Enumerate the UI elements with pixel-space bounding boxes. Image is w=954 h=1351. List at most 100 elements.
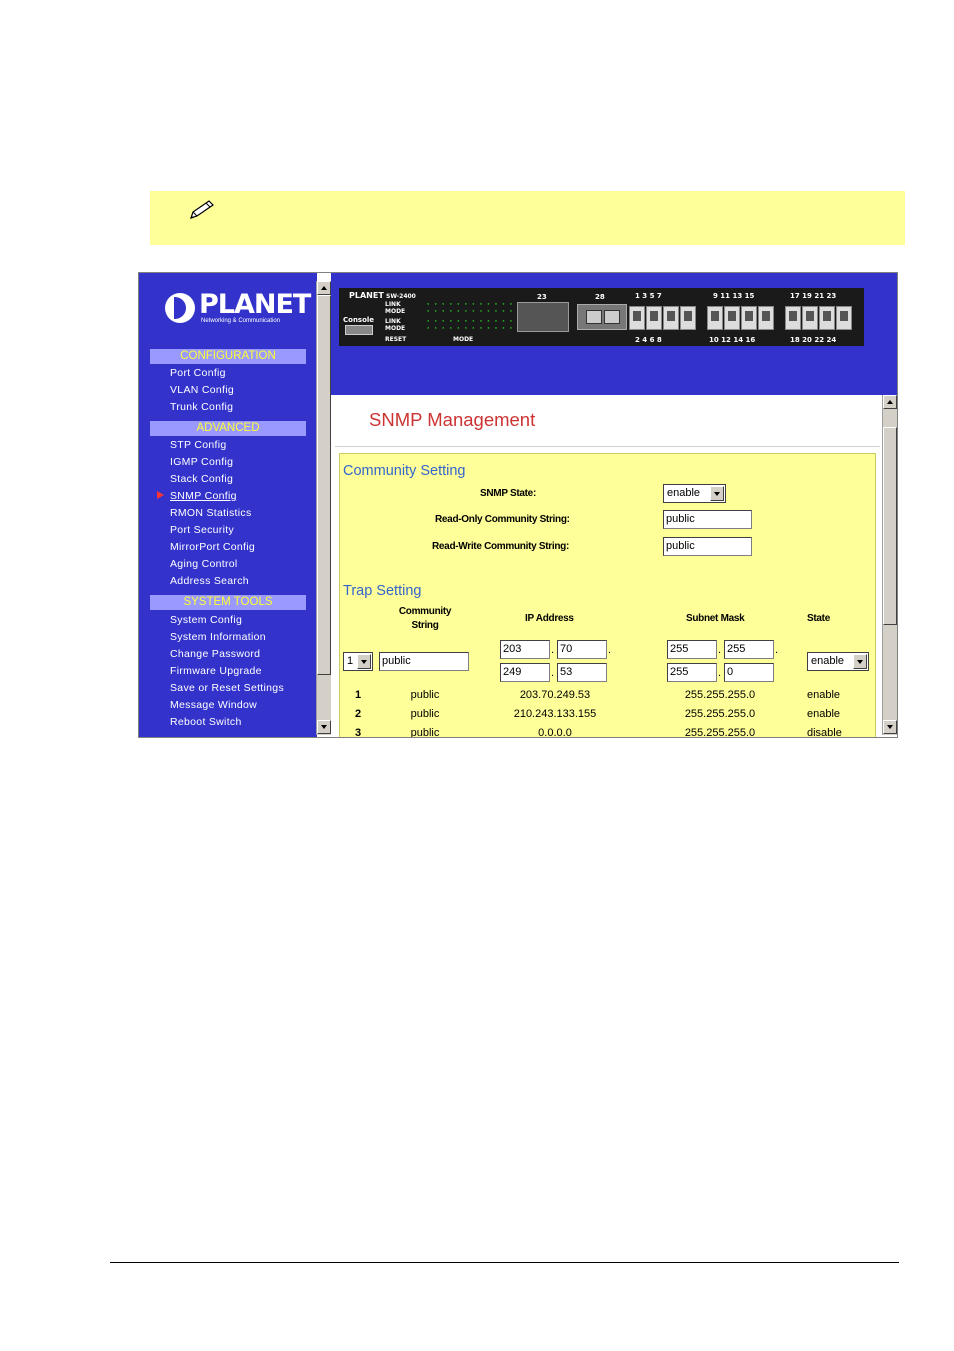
gbic-slot-23[interactable] xyxy=(517,302,569,332)
trap-ip-octet-3[interactable]: 249 xyxy=(500,663,550,682)
led-indicators-1: ● ● ● ● ● ● ● ● ● ● ● ● xyxy=(427,301,515,306)
trap-row-1-state: enable xyxy=(807,689,841,701)
planet-logo: PLANET Networking & Communication xyxy=(165,289,311,329)
port-28-label: 28 xyxy=(595,293,605,301)
trap-mask-octet-2[interactable]: 255 xyxy=(724,640,774,659)
nav-item-firmware-upgrade[interactable]: Firmware Upgrade xyxy=(170,665,262,677)
mask-dot: . xyxy=(775,644,779,656)
ro-community-input[interactable]: public xyxy=(663,510,752,529)
nav-item-igmp-config[interactable]: IGMP Config xyxy=(170,456,233,468)
nav-item-trunk-config[interactable]: Trunk Config xyxy=(170,401,233,413)
nav-item-vlan-config[interactable]: VLAN Config xyxy=(170,384,234,396)
ports-1-7-label: 1 3 5 7 xyxy=(635,292,662,300)
arrow-down-icon xyxy=(321,725,327,729)
switch-front-panel[interactable]: PLANET SW-2400 Console LINK MODE LINK MO… xyxy=(339,288,864,346)
web-ui-screenshot: PLANET Networking & Communication CONFIG… xyxy=(138,272,898,738)
col-ip-address: IP Address xyxy=(525,613,574,624)
ports-2-8-label: 2 4 6 8 xyxy=(635,336,662,344)
trap-row-2-ip: 210.243.133.155 xyxy=(513,708,597,720)
mask-dot: . xyxy=(718,667,722,679)
trap-mask-octet-3[interactable]: 255 xyxy=(667,663,717,682)
note-box xyxy=(150,191,905,245)
col-subnet-mask: Subnet Mask xyxy=(686,613,745,624)
switch-brand: PLANET xyxy=(349,291,384,300)
nav-item-rmon-statistics[interactable]: RMON Statistics xyxy=(170,507,252,519)
trap-state-value: enable xyxy=(811,655,845,667)
nav-item-port-security[interactable]: Port Security xyxy=(170,524,234,536)
planet-logo-icon xyxy=(165,293,195,323)
trap-community-input[interactable]: public xyxy=(379,652,469,671)
scroll-thumb[interactable] xyxy=(883,427,897,625)
nav-item-stp-config[interactable]: STP Config xyxy=(170,439,227,451)
led-indicators-4: ● ● ● ● ● ● ● ● ● ● ● ● xyxy=(427,325,515,330)
ports-10-16-label: 10 12 14 16 xyxy=(709,336,756,344)
switch-model: SW-2400 xyxy=(386,293,416,300)
nav-item-change-password[interactable]: Change Password xyxy=(170,648,260,660)
community-setting-header: Community Setting xyxy=(343,463,466,479)
led-row-mode-2: MODE xyxy=(385,325,406,332)
trap-mask-octet-4[interactable]: 0 xyxy=(724,663,774,682)
arrow-down-icon xyxy=(887,725,893,729)
nav-item-snmp-config[interactable]: SNMP Config xyxy=(170,490,237,502)
trap-index-select[interactable]: 1 xyxy=(343,652,373,671)
rw-community-input[interactable]: public xyxy=(663,537,752,556)
nav-item-aging-control[interactable]: Aging Control xyxy=(170,558,238,570)
nav-item-port-config[interactable]: Port Config xyxy=(170,367,226,379)
chevron-down-icon xyxy=(710,486,724,501)
trap-row-3-ip: 0.0.0.0 xyxy=(538,727,572,737)
trap-index-value: 1 xyxy=(347,655,354,667)
logo-text: PLANET xyxy=(199,289,311,320)
col-state: State xyxy=(807,613,830,624)
gbic-slot-28[interactable] xyxy=(577,304,627,330)
ports-group-2[interactable] xyxy=(707,306,774,332)
nav-item-message-window[interactable]: Message Window xyxy=(170,699,257,711)
console-port xyxy=(345,325,373,335)
title-divider xyxy=(335,446,880,447)
led-row-mode-1: MODE xyxy=(385,308,406,315)
scroll-down-button[interactable] xyxy=(883,720,897,734)
footer-rule xyxy=(110,1262,899,1263)
trap-ip-octet-2[interactable]: 70 xyxy=(557,640,607,659)
col-community-1: Community xyxy=(398,606,452,617)
nav-item-address-search[interactable]: Address Search xyxy=(170,575,249,587)
nav-item-system-config[interactable]: System Config xyxy=(170,614,242,626)
mask-dot: . xyxy=(718,644,722,656)
trap-state-select[interactable]: enable xyxy=(807,652,869,671)
trap-mask-octet-1[interactable]: 255 xyxy=(667,640,717,659)
ports-group-1[interactable] xyxy=(629,306,696,332)
ports-group-3[interactable] xyxy=(785,306,852,332)
nav-item-system-information[interactable]: System Information xyxy=(170,631,266,643)
nav-item-stack-config[interactable]: Stack Config xyxy=(170,473,233,485)
logo-subtitle: Networking & Communication xyxy=(201,318,281,324)
content-scrollbar[interactable] xyxy=(882,395,897,735)
ports-18-24-label: 18 20 22 24 xyxy=(790,336,837,344)
scroll-thumb[interactable] xyxy=(317,295,331,675)
trap-ip-octet-4[interactable]: 53 xyxy=(557,663,607,682)
trap-row-3-mask: 255.255.255.0 xyxy=(684,727,756,737)
section-configuration: CONFIGURATION xyxy=(150,349,306,364)
trap-setting-header: Trap Setting xyxy=(343,583,422,599)
trap-row-2-community: public xyxy=(410,708,440,720)
scroll-down-button[interactable] xyxy=(317,720,331,734)
mode-label: MODE xyxy=(453,336,474,343)
port-23-label: 23 xyxy=(537,293,547,301)
nav-item-reboot-switch[interactable]: Reboot Switch xyxy=(170,716,242,728)
nav-scrollbar[interactable] xyxy=(316,281,331,735)
ports-9-15-label: 9 11 13 15 xyxy=(713,292,755,300)
scroll-up-button[interactable] xyxy=(317,281,331,295)
trap-ip-octet-1[interactable]: 203 xyxy=(500,640,550,659)
reset-label: RESET xyxy=(385,336,407,343)
nav-item-save-reset-settings[interactable]: Save or Reset Settings xyxy=(170,682,284,694)
page-title: SNMP Management xyxy=(369,409,536,430)
nav-item-mirrorport-config[interactable]: MirrorPort Config xyxy=(170,541,255,553)
scroll-up-button[interactable] xyxy=(883,395,897,409)
switch-panel-frame: PLANET SW-2400 Console LINK MODE LINK MO… xyxy=(331,273,897,395)
snmp-state-select[interactable]: enable xyxy=(663,484,726,503)
ro-community-label: Read-Only Community String: xyxy=(435,514,570,525)
snmp-panel: Community Setting SNMP State: enable Rea… xyxy=(339,453,876,737)
section-advanced: ADVANCED xyxy=(150,421,306,436)
led-indicators-3: ● ● ● ● ● ● ● ● ● ● ● ● xyxy=(427,318,515,323)
ip-dot: . xyxy=(608,644,612,656)
trap-row-1-idx: 1 xyxy=(355,689,362,701)
led-row-link-2: LINK xyxy=(385,318,401,325)
